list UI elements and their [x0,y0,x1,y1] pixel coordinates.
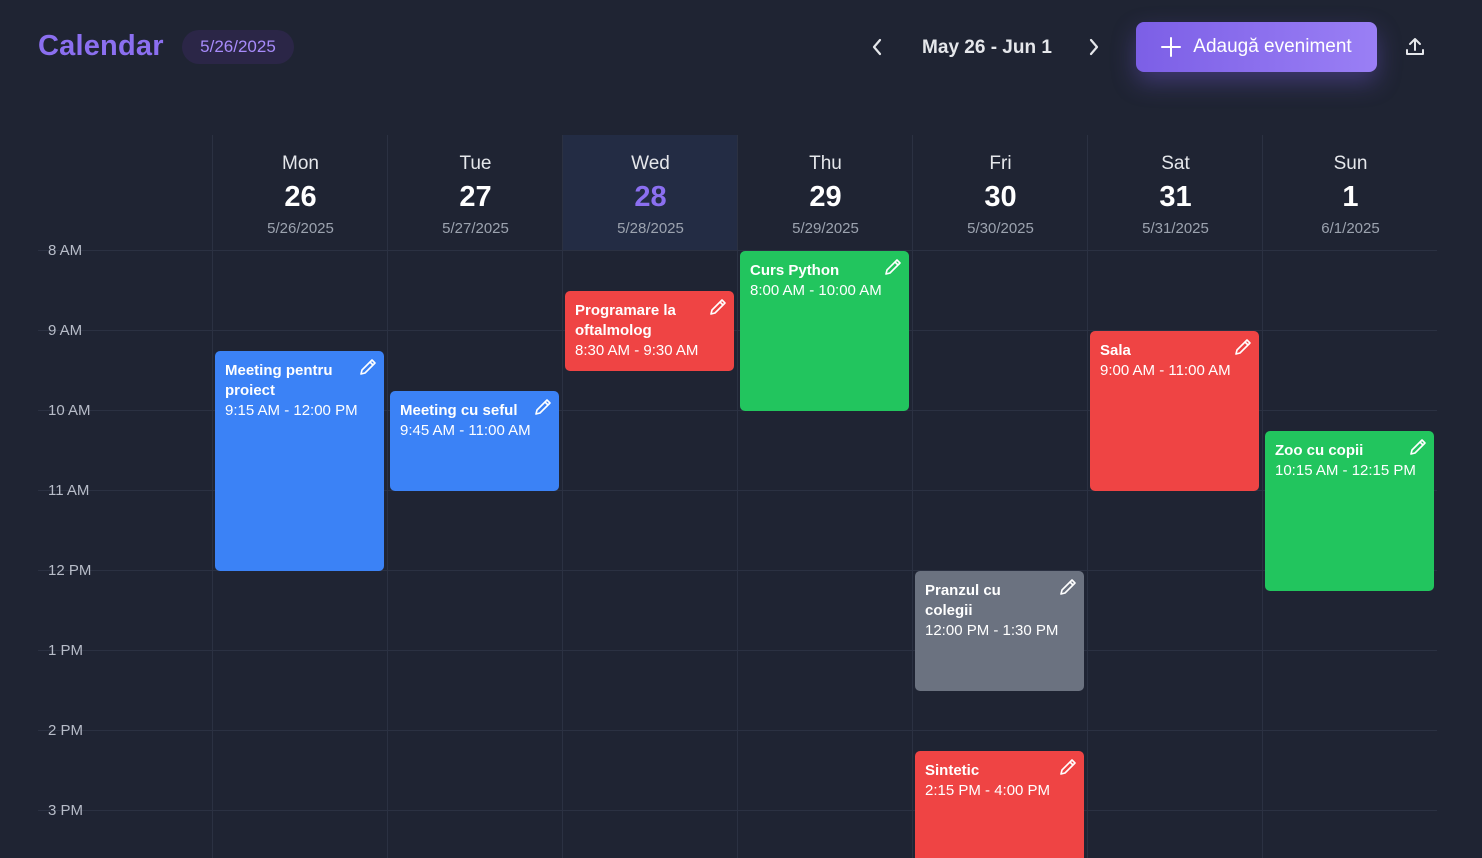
day-name: Sun [1333,153,1368,174]
hour-label: 3 PM [48,802,84,819]
hour-line [38,250,1437,251]
pencil-icon[interactable] [708,297,728,317]
week-grid: Mon 26 5/26/2025 Tue 27 5/27/2025 Wed 28… [38,135,1437,858]
hour-label: 11 AM [48,482,90,499]
day-name: Mon [282,153,319,174]
hour-line [38,650,1437,651]
prev-week-button[interactable] [860,30,894,64]
column-divider [737,135,738,858]
event-time: 12:00 PM - 1:30 PM [925,622,1059,639]
column-divider [212,135,213,858]
event-time: 8:00 AM - 10:00 AM [750,282,882,299]
chevron-left-icon [872,38,882,56]
hour-line [38,730,1437,731]
day-name: Thu [809,153,842,174]
day-number: 28 [634,181,667,213]
event-title: Meeting pentru proiect [225,362,333,399]
event-title: Sala [1100,342,1131,359]
day-date: 5/30/2025 [967,220,1034,237]
event-title: Curs Python [750,262,840,279]
hour-label: 1 PM [48,642,84,659]
day-date: 5/27/2025 [442,220,509,237]
event-card[interactable]: Sintetic 2:15 PM - 4:00 PM [915,751,1084,858]
page-title: Calendar [38,30,164,62]
hour-label: 10 AM [48,402,91,419]
event-time: 10:15 AM - 12:15 PM [1275,462,1416,479]
event-card[interactable]: Programare la oftalmolog 8:30 AM - 9:30 … [565,291,734,371]
day-date: 6/1/2025 [1321,220,1380,237]
pencil-icon[interactable] [883,257,903,277]
day-number: 1 [1342,181,1359,213]
day-name: Tue [459,153,492,174]
column-divider [912,135,913,858]
day-date: 5/29/2025 [792,220,859,237]
hour-label: 8 AM [48,242,83,259]
hour-label: 12 PM [48,562,92,579]
day-date: 5/26/2025 [267,220,334,237]
column-divider [562,135,563,858]
plus-icon [1161,37,1182,57]
event-card[interactable]: Pranzul cu colegii 12:00 PM - 1:30 PM [915,571,1084,691]
pencil-icon[interactable] [1058,757,1078,777]
event-card[interactable]: Sala 9:00 AM - 11:00 AM [1090,331,1259,491]
event-title: Programare la oftalmolog [575,302,676,339]
day-header-thu[interactable]: Thu 29 5/29/2025 [738,135,913,250]
chevron-right-icon [1089,38,1099,56]
calendar-app: Calendar 5/26/2025 May 26 - Jun 1 Adaugă… [0,0,1482,858]
event-card[interactable]: Meeting cu seful 9:45 AM - 11:00 AM [390,391,559,491]
export-button[interactable] [1398,30,1432,64]
hour-label: 2 PM [48,722,84,739]
hour-label: 9 AM [48,322,83,339]
day-name: Wed [631,153,670,174]
day-date: 5/31/2025 [1142,220,1209,237]
day-number: 31 [1159,181,1192,213]
day-header-fri[interactable]: Fri 30 5/30/2025 [913,135,1088,250]
pencil-icon[interactable] [1233,337,1253,357]
pencil-icon[interactable] [533,397,553,417]
column-divider [387,135,388,858]
day-number: 27 [459,181,492,213]
event-time: 2:15 PM - 4:00 PM [925,782,1051,799]
day-header-mon[interactable]: Mon 26 5/26/2025 [213,135,388,250]
event-title: Zoo cu copii [1275,442,1364,459]
event-title: Sintetic [925,762,980,779]
event-time: 9:15 AM - 12:00 PM [225,402,358,419]
event-time: 9:45 AM - 11:00 AM [400,422,531,439]
day-date: 5/28/2025 [617,220,684,237]
day-header-tue[interactable]: Tue 27 5/27/2025 [388,135,563,250]
day-number: 26 [284,181,317,213]
pencil-icon[interactable] [1058,577,1078,597]
event-title: Meeting cu seful [400,402,518,419]
day-header-wed-today[interactable]: Wed 28 5/28/2025 [563,135,738,250]
hour-line [38,810,1437,811]
pencil-icon[interactable] [1408,437,1428,457]
event-time: 8:30 AM - 9:30 AM [575,342,699,359]
pencil-icon[interactable] [358,357,378,377]
event-card[interactable]: Meeting pentru proiect 9:15 AM - 12:00 P… [215,351,384,571]
column-divider [1262,135,1263,858]
next-week-button[interactable] [1077,30,1111,64]
add-event-label: Adaugă eveniment [1193,36,1352,57]
week-range: May 26 - Jun 1 [922,37,1052,58]
day-header-sun[interactable]: Sun 1 6/1/2025 [1263,135,1438,250]
upload-icon [1406,38,1424,55]
day-name: Sat [1161,153,1190,174]
add-event-button[interactable]: Adaugă eveniment [1136,22,1377,72]
event-title: Pranzul cu colegii [925,582,1001,619]
column-divider [1087,135,1088,858]
day-header-sat[interactable]: Sat 31 5/31/2025 [1088,135,1263,250]
event-card[interactable]: Curs Python 8:00 AM - 10:00 AM [740,251,909,411]
event-time: 9:00 AM - 11:00 AM [1100,362,1231,379]
current-date-badge[interactable]: 5/26/2025 [182,30,294,64]
event-card[interactable]: Zoo cu copii 10:15 AM - 12:15 PM [1265,431,1434,591]
day-name: Fri [989,153,1012,174]
day-number: 30 [984,181,1017,213]
day-number: 29 [809,181,842,213]
